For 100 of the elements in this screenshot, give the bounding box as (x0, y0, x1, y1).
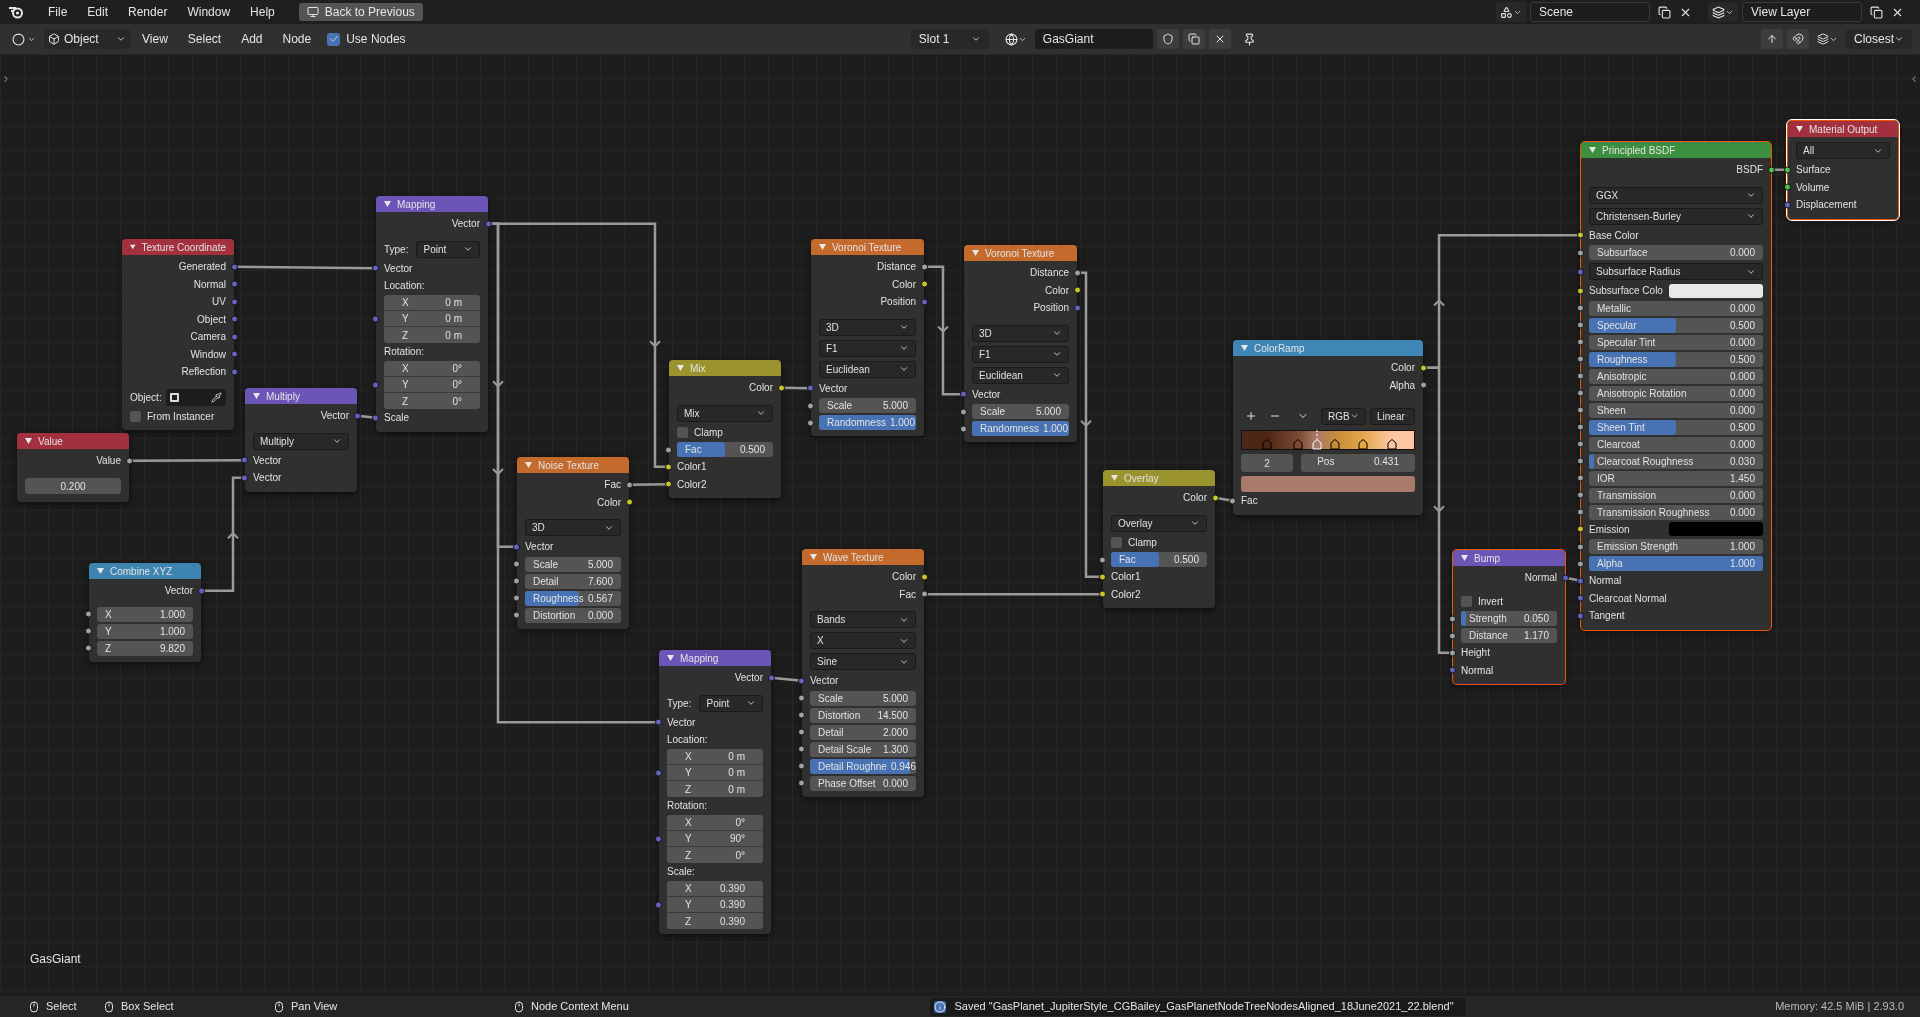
socket-icon[interactable] (798, 762, 805, 770)
number-field[interactable]: 0.200 (25, 478, 121, 494)
socket-icon[interactable] (1099, 573, 1106, 581)
socket-icon[interactable] (1420, 364, 1427, 372)
socket-icon[interactable] (921, 280, 928, 288)
socket-icon[interactable] (85, 644, 92, 652)
socket-icon[interactable] (85, 610, 92, 618)
value-slider[interactable]: Specular Tint 0.000 (1589, 334, 1763, 350)
checkbox[interactable]: Use Nodes (327, 30, 406, 48)
value-slider[interactable]: Roughness 0.500 (1589, 351, 1763, 367)
socket-icon[interactable] (1577, 338, 1584, 346)
value-field[interactable]: Y 90° (667, 831, 763, 847)
color-swatch[interactable] (1669, 522, 1763, 537)
socket-icon[interactable] (1229, 497, 1236, 505)
color-stop-handle[interactable] (1387, 439, 1398, 450)
pin-icon[interactable] (1242, 32, 1256, 46)
socket-icon[interactable] (1577, 474, 1584, 482)
value-slider[interactable]: Anisotropic 0.000 (1589, 368, 1763, 384)
socket-icon[interactable] (1577, 491, 1584, 499)
view-layer-selector[interactable] (1708, 2, 1738, 22)
color-stop-handle[interactable] (1329, 439, 1340, 450)
value-slider[interactable]: Z 9.820 (97, 640, 193, 656)
value-slider[interactable]: Sheen 0.000 (1589, 402, 1763, 418)
dropdown[interactable]: Bands (810, 611, 916, 628)
collapse-triangle-icon[interactable] (384, 201, 391, 207)
menu-item[interactable]: Edit (79, 3, 117, 21)
scene-field[interactable]: Scene (1530, 2, 1650, 22)
socket-icon[interactable] (1099, 590, 1106, 598)
socket-icon[interactable] (1577, 423, 1584, 431)
socket-icon[interactable] (1074, 286, 1081, 294)
value-slider[interactable]: Scale 5.000 (810, 690, 916, 706)
fake-user-button[interactable] (1156, 29, 1179, 49)
collapse-triangle-icon[interactable] (253, 393, 260, 399)
dropdown[interactable]: Point (416, 240, 480, 258)
dropdown[interactable]: F1 (972, 345, 1069, 363)
dropdown[interactable]: 3D (819, 318, 916, 336)
unlink-button[interactable] (1208, 29, 1231, 49)
value-slider[interactable]: Fac 0.500 (1111, 552, 1207, 567)
socket-icon[interactable] (1577, 560, 1584, 567)
checkbox[interactable]: Clamp (677, 424, 723, 440)
socket-icon[interactable] (1577, 389, 1584, 397)
app-logo-icon[interactable] (8, 5, 24, 19)
stop-index-field[interactable]: 2 (1241, 454, 1294, 472)
collapse-triangle-icon[interactable] (97, 568, 104, 574)
dropdown[interactable]: 3D (525, 519, 621, 536)
parent-node-button[interactable] (1761, 29, 1783, 49)
menu-item[interactable]: View (134, 30, 176, 48)
dropdown[interactable]: F1 (819, 339, 916, 357)
socket-icon[interactable] (513, 594, 520, 602)
value-slider[interactable]: Clearcoat Roughness 0.030 (1589, 453, 1763, 469)
socket-icon[interactable] (85, 627, 92, 635)
socket-icon[interactable] (798, 728, 805, 736)
socket-icon[interactable] (1577, 287, 1584, 295)
stop-color-swatch[interactable] (1241, 476, 1415, 492)
value-slider[interactable]: Scale 5.000 (525, 556, 621, 572)
sidebar-toggle-icon[interactable] (1909, 74, 1919, 84)
socket-icon[interactable] (798, 694, 805, 702)
socket-icon[interactable] (1449, 615, 1456, 622)
collapse-triangle-icon[interactable] (1111, 475, 1118, 481)
dropdown[interactable]: Sine (810, 653, 916, 670)
dropdown[interactable]: Point (699, 694, 763, 712)
dropdown[interactable]: Multiply (253, 432, 349, 450)
value-field[interactable]: Z 0.390 (667, 913, 763, 929)
dropdown[interactable]: 3D (972, 324, 1069, 342)
menu-item[interactable]: Render (120, 3, 176, 21)
dropdown[interactable]: Euclidean (972, 366, 1069, 384)
value-field[interactable]: X 0 m (667, 749, 763, 765)
value-slider[interactable]: Scale 5.000 (972, 404, 1069, 419)
sidebar-toggle-icon[interactable] (1, 74, 11, 84)
value-slider[interactable]: Randomness 1.000 (972, 421, 1069, 436)
collapse-triangle-icon[interactable] (819, 244, 826, 250)
socket-icon[interactable] (1577, 321, 1584, 329)
socket-icon[interactable] (1577, 508, 1584, 516)
socket-icon[interactable] (1577, 457, 1584, 465)
socket-icon[interactable] (665, 480, 672, 488)
collapse-triangle-icon[interactable] (1796, 126, 1803, 132)
socket-icon[interactable] (513, 560, 520, 568)
value-field[interactable]: Y 0 m (667, 765, 763, 781)
value-slider[interactable]: Subsurface 0.000 (1589, 245, 1763, 260)
socket-icon[interactable] (1420, 381, 1427, 389)
dropdown[interactable]: Overlay (1111, 514, 1207, 532)
checkbox[interactable]: From Instancer (130, 408, 215, 424)
value-slider[interactable]: Alpha 1.000 (1589, 556, 1763, 571)
dropdown[interactable]: Subsurface Radius (1589, 263, 1763, 280)
collapse-triangle-icon[interactable] (130, 244, 136, 250)
socket-icon[interactable] (798, 745, 805, 753)
snapping-dropdown[interactable]: Closest (1846, 29, 1912, 49)
socket-icon[interactable] (960, 408, 967, 415)
value-slider[interactable]: Distortion 0.000 (525, 607, 621, 623)
value-field[interactable]: Z 0° (667, 847, 763, 863)
value-field[interactable]: X 0° (667, 815, 763, 831)
value-slider[interactable]: Distortion 14.500 (810, 707, 916, 723)
socket-icon[interactable] (921, 263, 928, 271)
copy-icon[interactable] (1658, 5, 1671, 19)
position-field[interactable]: Pos 0.431 (1301, 454, 1415, 472)
color-stop-handle[interactable] (1262, 439, 1273, 450)
menu-item[interactable]: Select (179, 30, 230, 48)
eyedropper-icon[interactable] (211, 391, 222, 403)
dropdown[interactable]: All (1796, 142, 1890, 159)
value-slider[interactable]: Randomness 1.000 (819, 415, 916, 430)
